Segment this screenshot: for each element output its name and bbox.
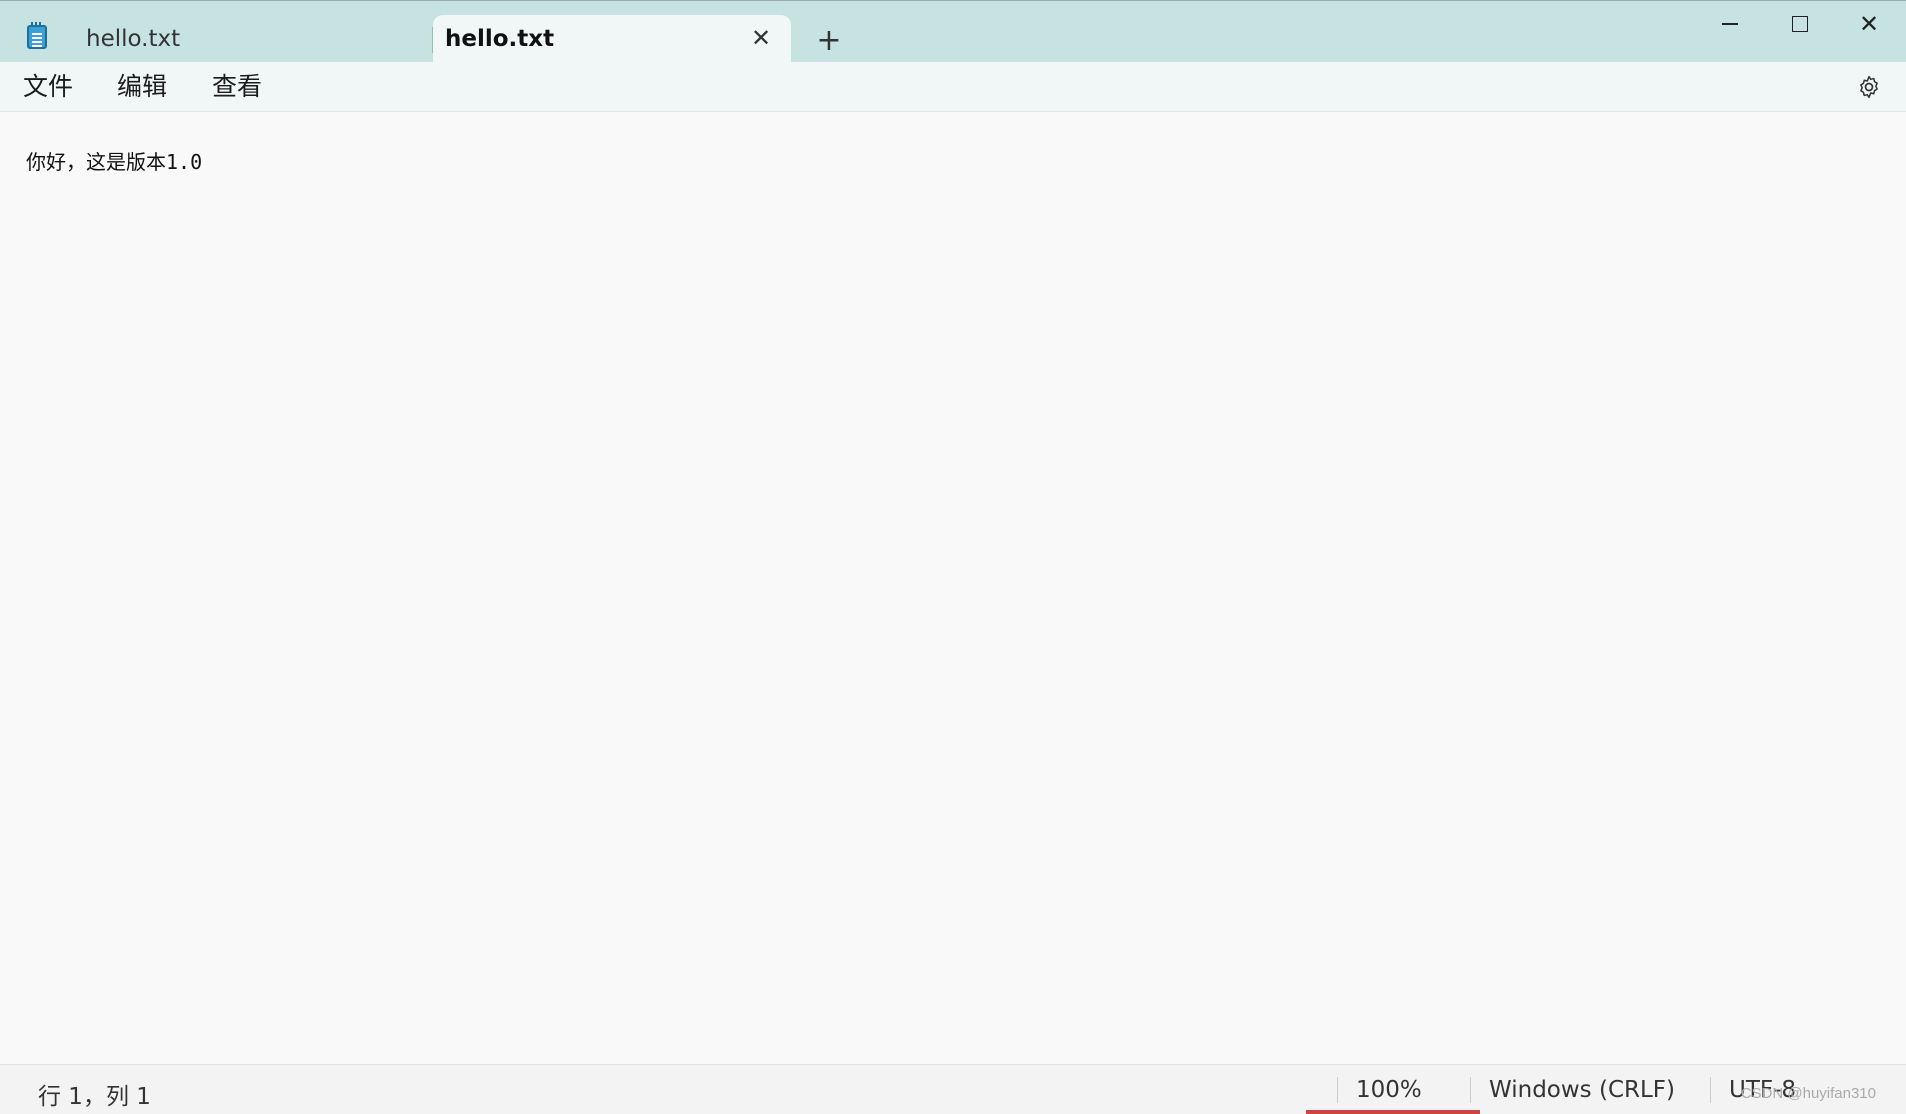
minimize-icon <box>1722 23 1738 25</box>
cursor-position: 行 1，列 1 <box>38 1084 151 1110</box>
status-divider <box>1710 1077 1711 1103</box>
menu-view[interactable]: 查看 <box>212 70 262 104</box>
tab-label: hello.txt <box>86 26 181 52</box>
tab-hello-inactive[interactable]: hello.txt <box>62 15 432 63</box>
zoom-level[interactable]: 100% <box>1356 1077 1422 1103</box>
close-window-button[interactable]: ✕ <box>1839 7 1899 41</box>
notepad-app-icon <box>27 22 47 49</box>
editor-text: 你好，这是版本1.0 <box>26 150 203 174</box>
tab-label: hello.txt <box>445 26 555 52</box>
menu-file[interactable]: 文件 <box>23 70 73 104</box>
close-icon: ✕ <box>1858 10 1880 38</box>
status-divider <box>1337 1077 1338 1103</box>
watermark: CSDN @huyifan310 <box>1740 1085 1876 1102</box>
plus-icon[interactable]: + <box>812 25 846 59</box>
tab-hello-active[interactable]: hello.txt ✕ <box>433 15 791 63</box>
status-divider <box>1470 1077 1471 1103</box>
gear-icon[interactable] <box>1856 74 1882 100</box>
line-ending[interactable]: Windows (CRLF) <box>1489 1077 1675 1103</box>
minimize-button[interactable] <box>1700 7 1760 41</box>
zoom-indicator <box>1306 1110 1480 1114</box>
text-editor[interactable]: 你好，这是版本1.0 <box>0 112 1906 1064</box>
status-bar: 行 1，列 1 100% Windows (CRLF) UTF-8 CSDN @… <box>0 1064 1906 1114</box>
menu-bar: 文件 编辑 查看 <box>0 62 1906 112</box>
close-icon[interactable]: ✕ <box>749 26 773 50</box>
maximize-icon <box>1792 16 1808 32</box>
menu-edit[interactable]: 编辑 <box>117 70 167 104</box>
maximize-button[interactable] <box>1769 7 1829 41</box>
title-bar[interactable]: hello.txt hello.txt ✕ + ✕ <box>0 0 1906 63</box>
